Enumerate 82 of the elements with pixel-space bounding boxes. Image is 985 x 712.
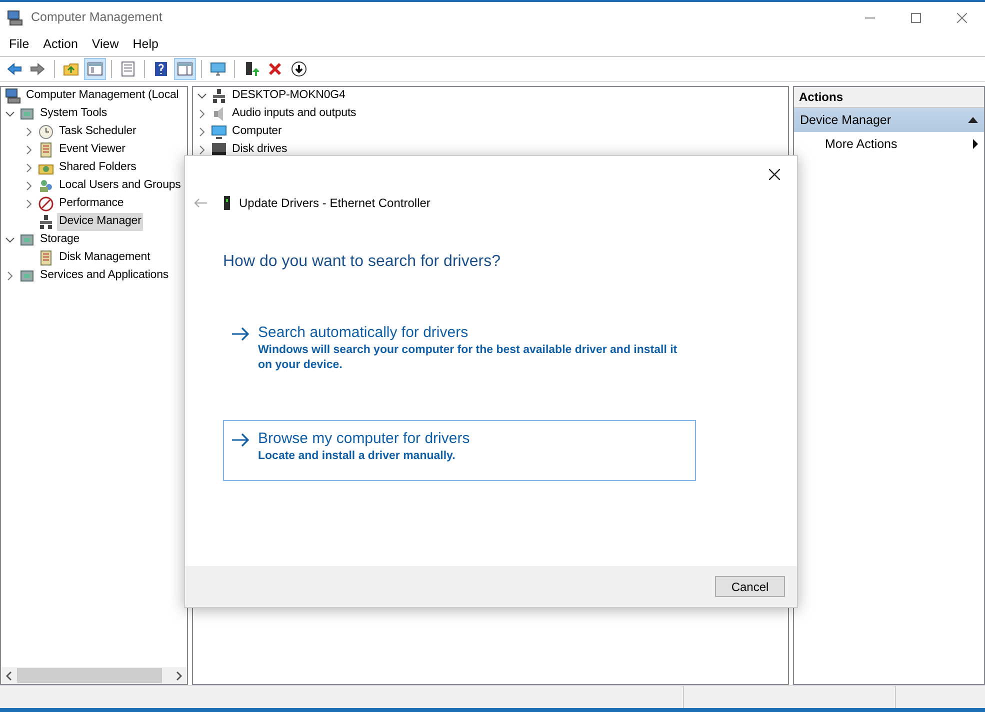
option-link[interactable]: Search automatically for drivers Windows will search your computer for the best available driver and install it on your device. bbox=[223, 314, 696, 390]
update-driver-icon bbox=[243, 61, 259, 77]
toolbar-button[interactable] bbox=[174, 58, 196, 80]
tree-item[interactable]: Computer Management (Local bbox=[24, 87, 181, 105]
collapse-triangle-icon bbox=[968, 117, 978, 123]
chevron-right-icon[interactable] bbox=[197, 145, 207, 155]
pane-header: Actions bbox=[794, 87, 984, 108]
chevron-right-icon[interactable] bbox=[24, 199, 34, 209]
chevron-down-icon[interactable] bbox=[5, 109, 15, 119]
toolbar-button[interactable] bbox=[84, 58, 106, 80]
option-link[interactable]: Browse my computer for drivers Locate and install a driver manually. bbox=[223, 420, 696, 481]
node-icon bbox=[38, 124, 54, 140]
chevron-right-icon[interactable] bbox=[24, 127, 34, 137]
dialog-title: Update Drivers - Ethernet Controller bbox=[239, 195, 430, 212]
action-label: More Actions bbox=[825, 136, 898, 153]
tree-item[interactable]: Computer bbox=[230, 123, 284, 141]
chevron-down-icon[interactable] bbox=[5, 235, 15, 245]
window-title: Computer Management bbox=[31, 9, 164, 26]
menu-item[interactable]: File bbox=[2, 35, 36, 54]
option-description: Locate and install a driver manually. bbox=[258, 449, 456, 464]
delete-icon bbox=[267, 61, 283, 77]
tree-item[interactable]: DESKTOP-MOKN0G4 bbox=[230, 87, 348, 105]
menu-item[interactable]: Action bbox=[36, 35, 85, 54]
tree-item[interactable]: Services and Applications bbox=[38, 267, 171, 285]
node-icon bbox=[38, 142, 54, 158]
tree-item[interactable]: Storage bbox=[38, 231, 82, 249]
tree-item[interactable]: Disk Management bbox=[57, 249, 152, 267]
tree-item[interactable]: Device Manager bbox=[57, 213, 144, 231]
scroll-right-icon[interactable] bbox=[175, 670, 183, 680]
node-icon bbox=[19, 232, 35, 248]
option-title: Browse my computer for drivers bbox=[258, 429, 470, 449]
app-icon bbox=[7, 10, 23, 26]
download-icon bbox=[291, 61, 307, 77]
tree-item[interactable]: Performance bbox=[57, 195, 126, 213]
chevron-right-icon[interactable] bbox=[24, 181, 34, 191]
section-title: Device Manager bbox=[800, 112, 892, 129]
tree-item[interactable]: Event Viewer bbox=[57, 141, 128, 159]
action-pane-icon bbox=[177, 61, 193, 77]
node-icon bbox=[211, 124, 227, 140]
monitor-icon bbox=[210, 61, 226, 77]
menu-item[interactable]: Help bbox=[126, 35, 166, 54]
arrow-right-icon bbox=[232, 433, 250, 447]
cancel-button[interactable]: Cancel bbox=[715, 576, 785, 597]
menu-item[interactable]: View bbox=[84, 35, 126, 54]
folder-icon bbox=[63, 61, 79, 77]
help-icon bbox=[153, 61, 169, 77]
node-icon bbox=[38, 250, 54, 266]
action-item[interactable]: More Actions bbox=[794, 132, 984, 156]
forward-arrow-icon bbox=[30, 61, 46, 77]
back-arrow-icon bbox=[6, 61, 22, 77]
list-icon bbox=[120, 61, 136, 77]
tree-item[interactable]: Task Scheduler bbox=[57, 123, 138, 141]
node-icon bbox=[38, 178, 54, 194]
tree-item[interactable]: System Tools bbox=[38, 105, 109, 123]
chevron-right-icon[interactable] bbox=[5, 271, 15, 281]
option-description: Windows will search your computer for the best available driver and install it on your device. bbox=[258, 343, 678, 373]
dialog-heading: How do you want to search for drivers? bbox=[223, 252, 502, 272]
submenu-arrow-icon bbox=[973, 139, 978, 149]
scrollbar-thumb[interactable] bbox=[17, 668, 162, 683]
chevron-right-icon[interactable] bbox=[24, 145, 34, 155]
tree-item[interactable]: Local Users and Groups bbox=[57, 177, 183, 195]
chevron-right-icon[interactable] bbox=[24, 163, 34, 173]
tree-item[interactable]: Audio inputs and outputs bbox=[230, 105, 358, 123]
close-icon bbox=[768, 168, 780, 180]
chevron-down-icon[interactable] bbox=[197, 91, 207, 101]
chevron-right-icon[interactable] bbox=[197, 109, 207, 119]
scroll-left-icon[interactable] bbox=[5, 670, 13, 680]
device-icon bbox=[223, 196, 231, 210]
arrow-right-icon bbox=[232, 327, 250, 341]
node-icon bbox=[19, 268, 35, 284]
maximize-icon[interactable] bbox=[911, 12, 921, 22]
node-icon bbox=[38, 196, 54, 212]
close-icon[interactable] bbox=[957, 12, 967, 22]
node-icon bbox=[211, 88, 227, 104]
tree-pane-icon bbox=[87, 61, 103, 77]
node-icon bbox=[38, 214, 54, 230]
chevron-right-icon[interactable] bbox=[197, 127, 207, 137]
node-icon bbox=[19, 106, 35, 122]
tree-item[interactable]: Shared Folders bbox=[57, 159, 138, 177]
tree-item[interactable]: Disk drives bbox=[230, 141, 290, 159]
option-title: Search automatically for drivers bbox=[258, 323, 470, 343]
actions-section[interactable]: Device Manager bbox=[794, 108, 984, 132]
